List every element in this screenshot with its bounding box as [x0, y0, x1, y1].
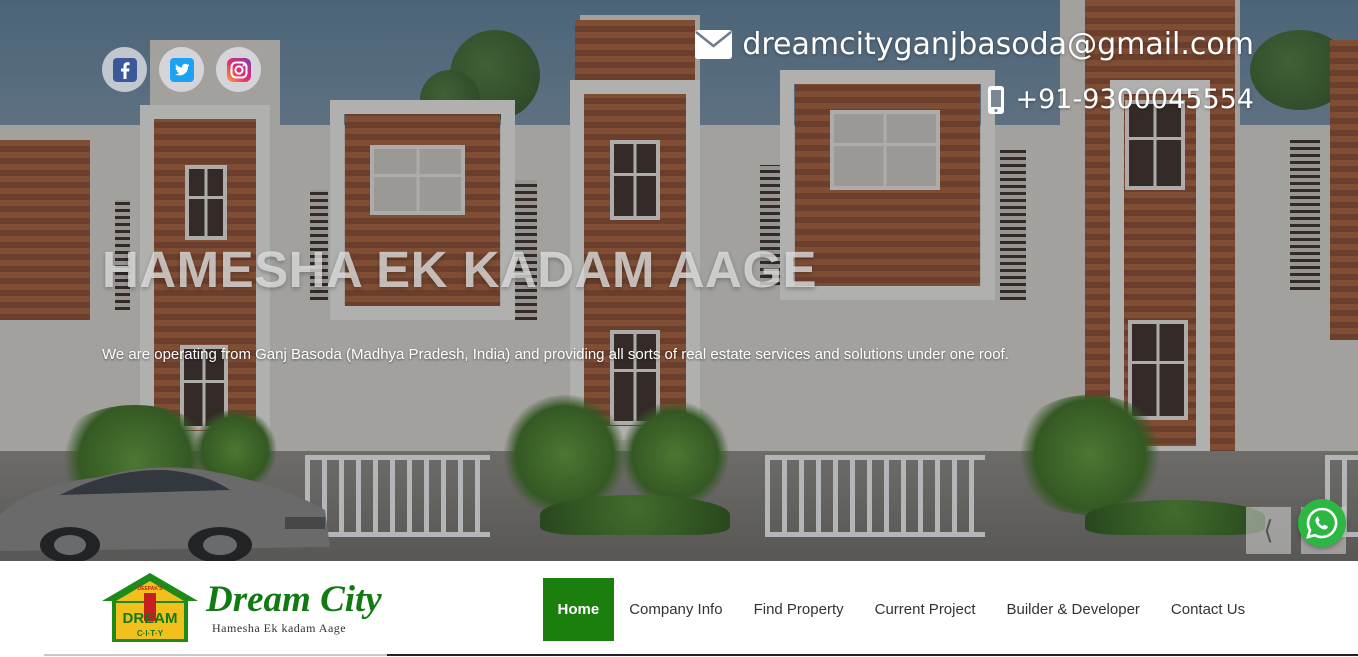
- logo-brand-name: Dream City: [205, 579, 382, 620]
- phone-contact[interactable]: +91-9300045554: [987, 84, 1254, 115]
- email-contact[interactable]: dreamcityganjbasoda@gmail.com: [695, 27, 1254, 62]
- hero-subtitle: We are operating from Ganj Basoda (Madhy…: [102, 346, 1009, 363]
- facebook-link[interactable]: [102, 47, 147, 92]
- instagram-icon: [226, 57, 251, 82]
- logo-underline: [44, 654, 387, 656]
- hero-slider: dreamcityganjbasoda@gmail.com +91-930004…: [0, 0, 1358, 561]
- logo-badge-bottom: C·I·T·Y: [137, 629, 164, 638]
- main-navbar: DEEPAK'S DREAM C·I·T·Y Dream City Hamesh…: [0, 561, 1358, 657]
- nav-item-contact-us[interactable]: Contact Us: [1155, 578, 1260, 641]
- chevron-left-icon: ⟨: [1263, 515, 1274, 545]
- logo-tagline: Hamesha Ek kadam Aage: [212, 621, 346, 635]
- facebook-icon: [112, 57, 137, 82]
- slider-prev-button[interactable]: ⟨: [1246, 507, 1291, 554]
- nav-item-company-info[interactable]: Company Info: [614, 578, 738, 641]
- phone-number[interactable]: +91-9300045554: [1015, 84, 1254, 115]
- site-logo[interactable]: DEEPAK'S DREAM C·I·T·Y Dream City Hamesh…: [102, 571, 392, 645]
- mobile-phone-icon: [988, 85, 1005, 114]
- nav-item-current-project[interactable]: Current Project: [859, 578, 991, 641]
- envelope-icon: [695, 30, 733, 59]
- instagram-link[interactable]: [216, 47, 261, 92]
- nav-item-home[interactable]: Home: [543, 578, 614, 641]
- whatsapp-icon: [1306, 507, 1338, 539]
- logo-badge-top: DEEPAK'S: [138, 586, 164, 592]
- whatsapp-button[interactable]: [1298, 499, 1346, 547]
- hero-title: HAMESHA EK KADAM AAGE: [102, 241, 818, 298]
- primary-nav: Home Company Info Find Property Current …: [543, 578, 1261, 641]
- nav-item-find-property[interactable]: Find Property: [738, 578, 859, 641]
- social-links: [102, 47, 261, 92]
- twitter-link[interactable]: [159, 47, 204, 92]
- email-address[interactable]: dreamcityganjbasoda@gmail.com: [742, 27, 1254, 62]
- logo-badge-main: DREAM: [123, 610, 178, 627]
- nav-bottom-divider: [387, 654, 1358, 656]
- nav-item-builder-developer[interactable]: Builder & Developer: [991, 578, 1155, 641]
- twitter-icon: [169, 57, 194, 82]
